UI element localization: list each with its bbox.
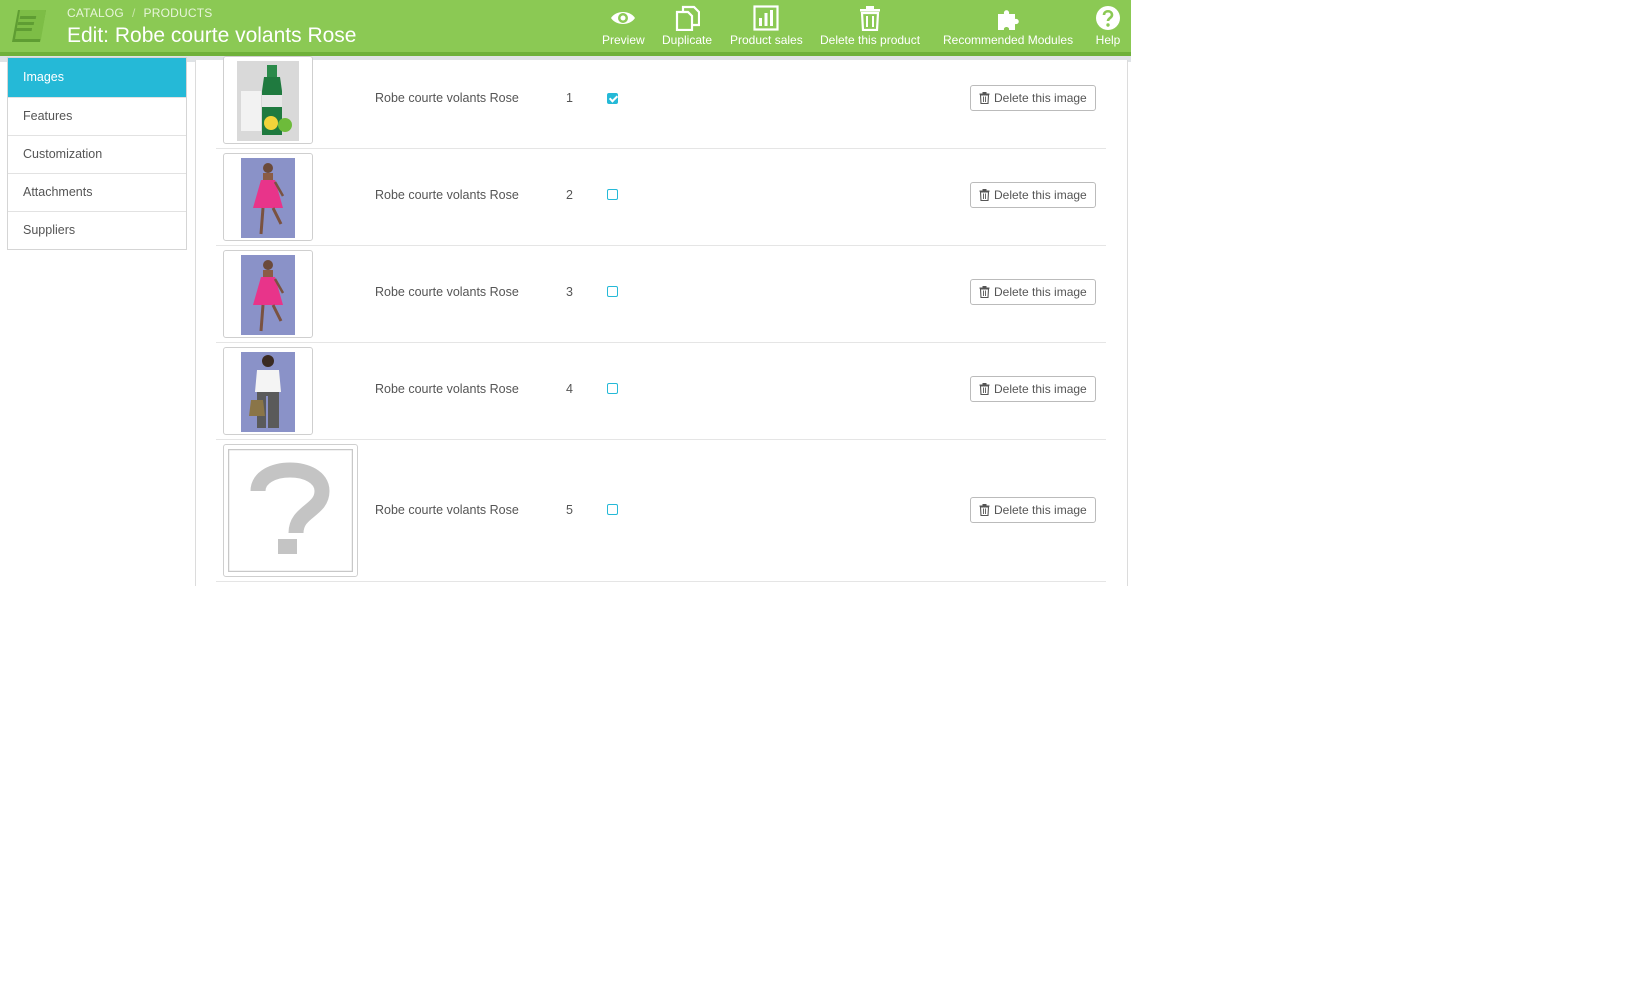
image-legend: Robe courte volants Rose <box>375 188 519 202</box>
delete-image-label: Delete this image <box>994 382 1087 396</box>
product-tabs-sidebar: Images Features Customization Attachment… <box>7 57 187 250</box>
delete-image-button[interactable]: Delete this image <box>970 182 1096 208</box>
breadcrumb: CATALOG / PRODUCTS <box>67 6 212 20</box>
delete-image-label: Delete this image <box>994 503 1087 517</box>
image-thumbnail[interactable] <box>223 153 313 241</box>
page-header: CATALOG / PRODUCTS Edit: Robe courte volan… <box>0 0 1131 56</box>
sidebar-item-images[interactable]: Images <box>8 58 186 97</box>
preview-label: Preview <box>602 33 645 47</box>
cover-checkbox[interactable] <box>607 189 618 200</box>
duplicate-icon <box>675 5 701 31</box>
eye-icon <box>611 12 636 24</box>
breadcrumb-catalog[interactable]: CATALOG <box>67 6 124 20</box>
recommended-modules-label: Recommended Modules <box>943 33 1074 47</box>
bar-chart-icon <box>753 5 779 31</box>
trash-icon <box>979 286 990 298</box>
image-thumbnail[interactable] <box>223 347 313 435</box>
image-position: 1 <box>566 91 573 105</box>
image-thumbnail[interactable] <box>223 250 313 338</box>
image-position: 4 <box>566 382 573 396</box>
image-row: Robe courte volants Rose 1 Delete this i… <box>216 56 1106 149</box>
breadcrumb-products[interactable]: PRODUCTS <box>144 6 213 20</box>
delete-image-button[interactable]: Delete this image <box>970 376 1096 402</box>
white-top-photo <box>241 352 295 432</box>
help-label: Help <box>1095 33 1121 47</box>
cover-checkbox[interactable] <box>607 286 618 297</box>
preview-button[interactable]: Preview <box>602 2 645 50</box>
recommended-modules-button[interactable]: Recommended Modules <box>943 2 1073 50</box>
delete-product-label: Delete this product <box>820 33 921 47</box>
cover-checkbox[interactable] <box>607 383 618 394</box>
trash-icon <box>979 92 990 104</box>
image-row: Robe courte volants Rose 2 Delete this i… <box>216 148 1106 246</box>
sidebar-item-customization[interactable]: Customization <box>8 135 186 173</box>
image-row: Robe courte volants Rose 3 Delete this i… <box>216 245 1106 343</box>
image-legend: Robe courte volants Rose <box>375 503 519 517</box>
puzzle-icon <box>998 10 1019 30</box>
delete-image-label: Delete this image <box>994 91 1087 105</box>
help-button[interactable]: Help <box>1095 2 1121 50</box>
delete-product-button[interactable]: Delete this product <box>820 2 920 50</box>
trash-icon <box>979 383 990 395</box>
trash-icon <box>979 504 990 516</box>
delete-image-button[interactable]: Delete this image <box>970 279 1096 305</box>
pink-dress-photo <box>241 158 295 238</box>
image-legend: Robe courte volants Rose <box>375 382 519 396</box>
delete-image-label: Delete this image <box>994 188 1087 202</box>
image-thumbnail[interactable] <box>223 444 358 577</box>
sidebar-item-features[interactable]: Features <box>8 97 186 135</box>
breadcrumb-separator: / <box>131 6 136 20</box>
delete-image-label: Delete this image <box>994 285 1087 299</box>
image-position: 3 <box>566 285 573 299</box>
bottle-lemon-photo <box>237 61 299 141</box>
image-thumbnail[interactable] <box>223 56 313 144</box>
delete-image-button[interactable]: Delete this image <box>970 497 1096 523</box>
sidebar-item-attachments[interactable]: Attachments <box>8 173 186 211</box>
trash-icon <box>979 189 990 201</box>
image-row: Robe courte volants Rose 4 Delete this i… <box>216 342 1106 440</box>
sidebar-item-suppliers[interactable]: Suppliers <box>8 211 186 249</box>
image-row: Robe courte volants Rose 5 Delete this i… <box>216 439 1106 582</box>
help-icon <box>1096 6 1120 30</box>
trash-icon <box>860 6 881 31</box>
cover-checkbox[interactable] <box>607 504 618 515</box>
image-legend: Robe courte volants Rose <box>375 285 519 299</box>
duplicate-label: Duplicate <box>662 33 713 47</box>
placeholder-question-mark <box>228 449 353 572</box>
cover-checkbox[interactable] <box>607 93 618 104</box>
page-title: Edit: Robe courte volants Rose <box>67 24 357 47</box>
image-position: 5 <box>566 503 573 517</box>
images-panel: Robe courte volants Rose 1 Delete this i… <box>195 56 1128 586</box>
product-sales-label: Product sales <box>730 33 803 47</box>
image-legend: Robe courte volants Rose <box>375 91 519 105</box>
duplicate-button[interactable]: Duplicate <box>662 2 712 50</box>
image-position: 2 <box>566 188 573 202</box>
catalog-book-icon <box>12 10 46 42</box>
pink-dress-photo <box>241 255 295 335</box>
delete-image-button[interactable]: Delete this image <box>970 85 1096 111</box>
product-sales-button[interactable]: Product sales <box>730 2 803 50</box>
